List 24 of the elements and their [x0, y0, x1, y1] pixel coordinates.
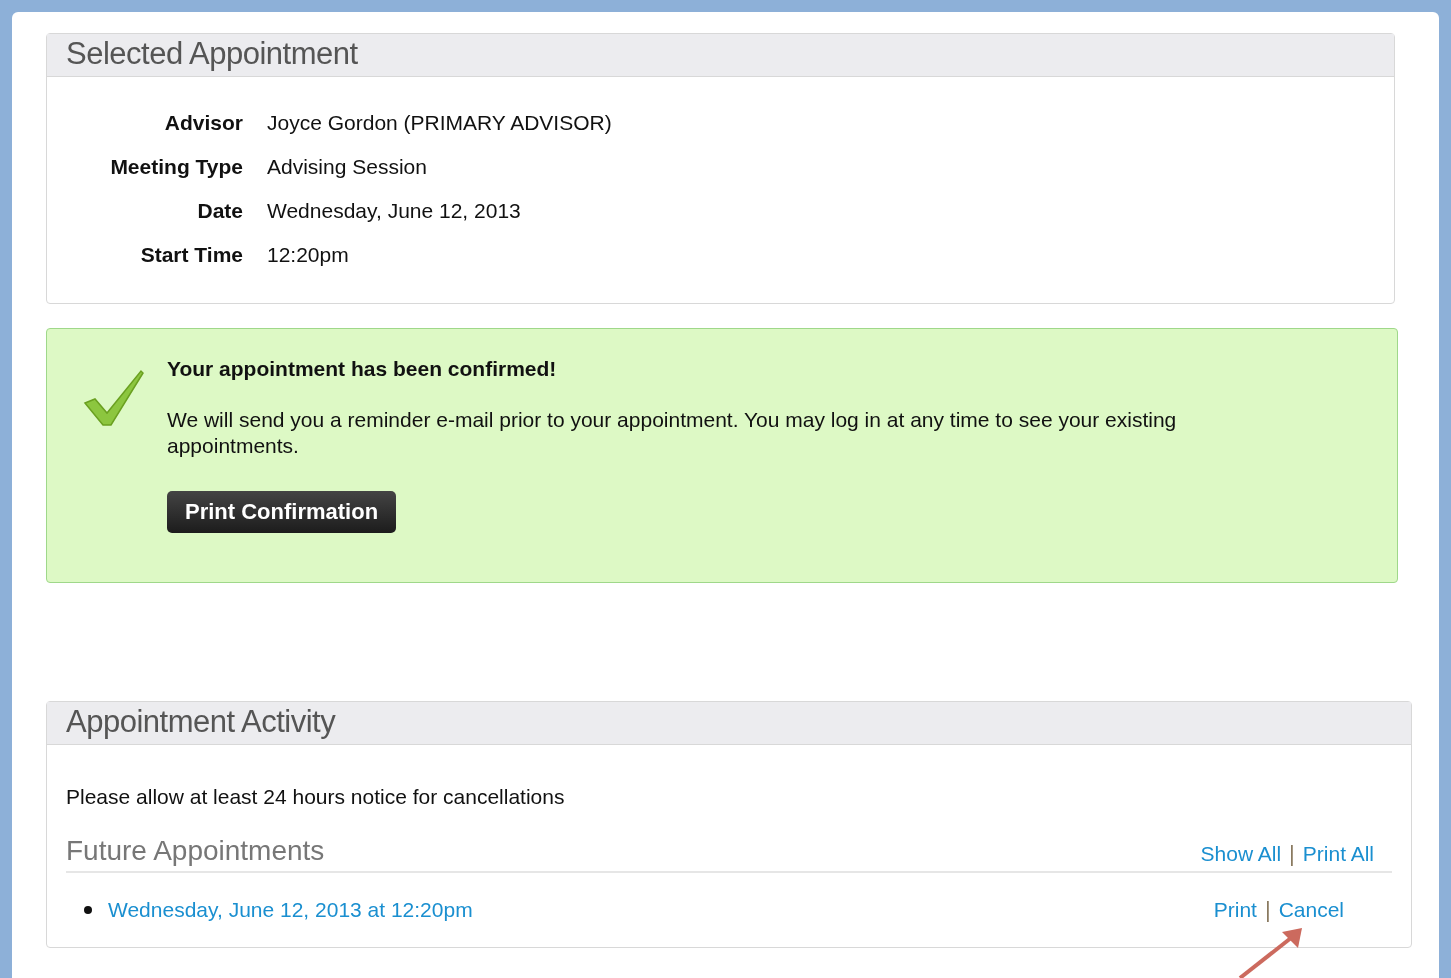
- field-value: 12:20pm: [267, 242, 350, 268]
- field-value: Advising Session: [267, 154, 428, 180]
- field-label: Date: [196, 198, 243, 224]
- field-label: Start Time: [139, 242, 243, 268]
- separator: |: [1289, 841, 1295, 867]
- field-label: Meeting Type: [109, 154, 243, 180]
- confirmation-message: We will send you a reminder e-mail prior to your appointment. You may log in at any time to see your existing appointments.: [167, 407, 1178, 459]
- separator: |: [1264, 897, 1271, 923]
- print-link[interactable]: Print: [1213, 898, 1257, 922]
- confirmation-heading: Your appointment has been confirmed!: [167, 357, 558, 381]
- section-title: Selected Appointment: [47, 34, 1394, 77]
- print-confirmation-button[interactable]: Print Confirmation: [167, 491, 397, 533]
- bullet-icon: [84, 906, 92, 914]
- cancel-link[interactable]: Cancel: [1278, 898, 1344, 922]
- field-value: Wednesday, June 12, 2013: [267, 198, 522, 224]
- subsection-title: Future Appointments: [66, 835, 325, 867]
- section-title: Appointment Activity: [47, 702, 1411, 745]
- show-all-link[interactable]: Show All: [1200, 842, 1282, 866]
- cancellation-notice: Please allow at least 24 hours notice for cancellations: [66, 785, 566, 809]
- appointment-link[interactable]: Wednesday, June 12, 2013 at 12:20pm: [108, 898, 473, 922]
- field-label: Advisor: [163, 110, 243, 136]
- print-all-link[interactable]: Print All: [1302, 842, 1374, 866]
- checkmark-icon: [83, 369, 145, 427]
- field-value: Joyce Gordon (PRIMARY ADVISOR): [267, 110, 613, 136]
